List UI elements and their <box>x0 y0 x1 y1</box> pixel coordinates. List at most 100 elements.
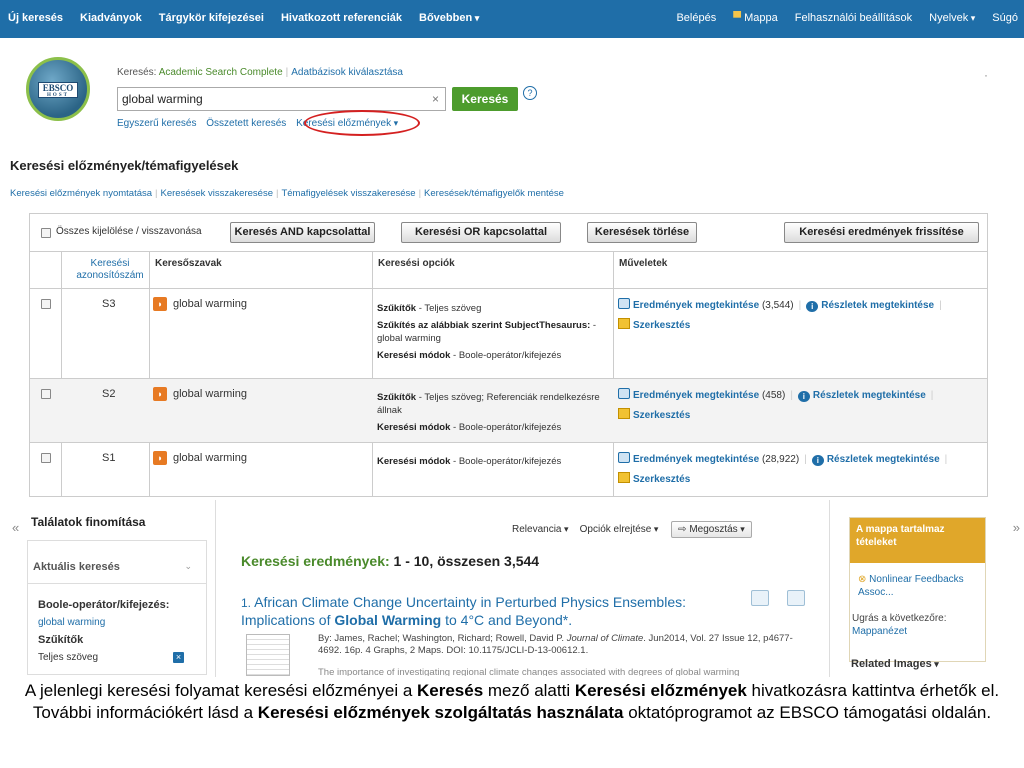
view-results-link[interactable]: Eredmények megtekintése <box>633 454 759 465</box>
nav-new-search[interactable]: Új keresés <box>8 12 63 24</box>
boolean-value[interactable]: global warming <box>38 617 105 628</box>
edit-link[interactable]: Szerkesztés <box>633 474 690 485</box>
remove-limiter-icon[interactable]: × <box>173 652 184 663</box>
nav-publications[interactable]: Kiadványok <box>80 12 142 24</box>
history-table: Összes kijelölése / visszavonása Keresés… <box>29 213 988 497</box>
results-heading: Keresési eredmények: 1 - 10, összesen 3,… <box>241 553 540 569</box>
folder-view-link[interactable]: Mappanézet <box>852 626 907 637</box>
collapse-right-icon[interactable]: » <box>1013 520 1020 535</box>
view-details-link[interactable]: Részletek megtekintése <box>827 454 940 465</box>
nav-folder[interactable]: ▀ Mappa <box>733 12 778 24</box>
preview-icon[interactable] <box>751 590 769 606</box>
top-navigation-bar: Új keresés Kiadványok Tárgykör kifejezés… <box>0 0 1024 38</box>
search-terms: global warming <box>173 298 247 310</box>
delete-searches-button[interactable]: Keresések törlése <box>587 222 697 243</box>
view-results-icon <box>618 298 630 309</box>
search-button[interactable]: Keresés <box>452 87 518 111</box>
view-details-link[interactable]: Részletek megtekintése <box>813 390 926 401</box>
info-icon: i <box>811 455 824 466</box>
result-title[interactable]: 1. African Climate Change Uncertainty in… <box>241 594 721 629</box>
rss-icon[interactable]: ◗ <box>153 451 167 465</box>
database-line: Keresés: Academic Search Complete | Adatbá… <box>117 67 403 78</box>
search-id: S2 <box>102 388 116 400</box>
search-id: S3 <box>102 298 116 310</box>
search-with-and-button[interactable]: Keresés AND kapcsolattal <box>230 222 375 243</box>
db-prefix: Keresés: <box>117 67 157 78</box>
article-thumbnail-icon[interactable] <box>246 634 290 676</box>
search-options: Keresési módok - Boole-operátor/kifejezé… <box>377 456 562 467</box>
rss-icon[interactable]: ◗ <box>153 387 167 401</box>
edit-icon <box>618 408 630 419</box>
limiters-label: Szűkítők <box>38 634 84 646</box>
refine-title: Találatok finomítása <box>31 515 146 529</box>
fulltext-limiter: Teljes szöveg <box>38 652 99 663</box>
select-all-checkbox[interactable] <box>41 228 51 238</box>
nav-sign-in[interactable]: Belépés <box>676 12 716 24</box>
search-options: Szűkítők - Teljes szöveg; Referenciák re… <box>377 392 600 433</box>
search-terms: global warming <box>173 388 247 400</box>
row-checkbox[interactable] <box>41 453 51 463</box>
collapse-left-icon[interactable]: « <box>12 520 19 535</box>
search-with-or-button[interactable]: Keresési OR kapcsolattal <box>401 222 561 243</box>
col-terms: Keresőszavak <box>155 258 222 269</box>
nav-more-dropdown[interactable]: Bővebben <box>419 12 479 24</box>
nav-preferences[interactable]: Felhasználói beállítások <box>795 12 912 24</box>
sort-dropdown[interactable]: Relevancia <box>512 524 569 535</box>
retrieve-searches-link[interactable]: Keresések visszakeresése <box>161 188 273 199</box>
view-results-icon <box>618 388 630 399</box>
highlight-circle <box>304 110 420 136</box>
basic-search-link[interactable]: Egyszerű keresés <box>117 118 196 129</box>
info-icon: i <box>797 391 810 402</box>
edit-link[interactable]: Szerkesztés <box>633 320 690 331</box>
results-count: 1 - 10, összesen 3,544 <box>393 553 540 569</box>
refine-results-panel: Találatok finomítása Aktuális keresés ⌄ … <box>27 515 207 675</box>
history-row: S2 ◗ global warming Szűkítők - Teljes sz… <box>30 378 987 442</box>
related-images-dropdown[interactable]: Related Images <box>851 658 939 670</box>
refresh-results-button[interactable]: Keresési eredmények frissítése <box>784 222 979 243</box>
boolean-label: Boole-operátor/kifejezés: <box>38 599 170 611</box>
current-search-label[interactable]: Aktuális keresés <box>33 561 120 573</box>
advanced-search-link[interactable]: Összetett keresés <box>206 118 286 129</box>
chevron-down-icon[interactable]: ⌄ <box>184 561 192 572</box>
hide-options-dropdown[interactable]: Opciók elrejtése <box>580 524 659 535</box>
folder-title: A mappa tartalmaz tételeket <box>850 518 985 563</box>
row-checkbox[interactable] <box>41 299 51 309</box>
row-actions: Eredmények megtekintése (458) | i Részletek… <box>618 388 938 421</box>
choose-databases-link[interactable]: Adatbázisok kiválasztása <box>291 67 403 78</box>
print-history-link[interactable]: Keresési előzmények nyomtatása <box>10 188 152 199</box>
save-searches-link[interactable]: Keresések/témafigyelők mentése <box>424 188 564 199</box>
rss-icon[interactable]: ◗ <box>153 297 167 311</box>
result-abstract: The importance of investigating regional… <box>318 667 740 676</box>
search-id: S1 <box>102 452 116 464</box>
history-links: Keresési előzmények nyomtatása | Keresések… <box>10 188 564 199</box>
history-row: S1 ◗ global warming Keresési módok - Boo… <box>30 442 987 497</box>
help-icon[interactable]: ? <box>523 86 537 100</box>
info-icon: i <box>806 301 819 312</box>
row-checkbox[interactable] <box>41 389 51 399</box>
view-results-link[interactable]: Eredmények megtekintése <box>633 390 759 401</box>
view-results-link[interactable]: Eredmények megtekintése <box>633 300 759 311</box>
nav-cited-references[interactable]: Hivatkozott referenciák <box>281 12 402 24</box>
col-search-id[interactable]: Keresési azonosítószám <box>70 258 150 282</box>
folder-item[interactable]: ⊗ Nonlinear Feedbacks Assoc... <box>858 573 985 599</box>
col-options: Keresési opciók <box>378 258 455 269</box>
nav-languages-dropdown[interactable]: Nyelvek <box>929 12 975 24</box>
select-all-label: Összes kijelölése / visszavonása <box>56 226 202 237</box>
edit-link[interactable]: Szerkesztés <box>633 410 690 421</box>
search-input[interactable] <box>118 88 418 110</box>
row-actions: Eredmények megtekintése (28,922) | i Részle… <box>618 452 952 485</box>
add-to-folder-icon[interactable] <box>787 590 805 606</box>
ebsco-logo[interactable]: EBSCO HOST <box>26 57 90 121</box>
clear-icon[interactable]: × <box>432 92 439 106</box>
search-options: Szűkítők - Teljes szöveg Szűkítés az alá… <box>377 303 597 361</box>
db-name: Academic Search Complete <box>158 67 283 78</box>
col-actions: Műveletek <box>619 258 668 269</box>
retrieve-alerts-link[interactable]: Témafigyelések visszakeresése <box>281 188 415 199</box>
share-button[interactable]: ⇨ Megosztás <box>671 521 752 538</box>
history-row: S3 ◗ global warming Szűkítők - Teljes sz… <box>30 288 987 378</box>
nav-subject-terms[interactable]: Tárgykör kifejezései <box>159 12 264 24</box>
folder-icon: ▀ <box>733 12 745 24</box>
results-toolbar: Relevancia Opciók elrejtése ⇨ Megosztás <box>512 521 752 538</box>
view-details-link[interactable]: Részletek megtekintése <box>821 300 934 311</box>
nav-help[interactable]: Súgó <box>992 12 1018 24</box>
